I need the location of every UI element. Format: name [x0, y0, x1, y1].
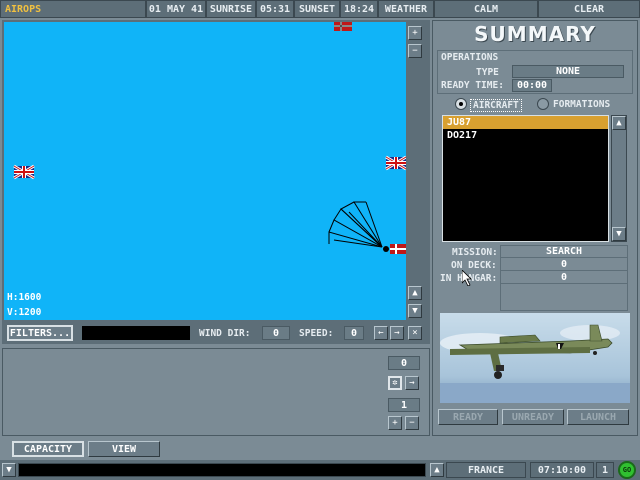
summary-title: SUMMARY [474, 22, 596, 46]
crosshair-icon: ✲ [392, 378, 398, 388]
axis-flag-top [334, 22, 352, 31]
aircraft-option-label[interactable]: AIRCRAFT [470, 99, 522, 112]
sea-map[interactable]: H:1600 V:1200 [4, 22, 406, 320]
message-scroll-button[interactable]: ▼ [2, 463, 16, 477]
in-hangar-value: 0 [501, 272, 627, 284]
view-button[interactable]: VIEW [88, 441, 160, 457]
chevron-up-icon: ▲ [434, 465, 440, 475]
speed-value[interactable]: 0 [344, 326, 364, 340]
game-clock: 07:10:00 [530, 462, 594, 478]
unready-button[interactable]: UNREADY [502, 409, 564, 425]
close-icon: × [412, 328, 418, 338]
on-deck-label: ON DECK: [451, 260, 497, 271]
date-display: 01 MAY 41 [146, 0, 206, 18]
top-bar: AIROPS 01 MAY 41 SUNRISE 05:31 SUNSET 18… [0, 0, 640, 18]
filters-button[interactable]: FILTERS... [7, 325, 73, 341]
counter-top: 0 [388, 356, 420, 370]
next-button[interactable]: → [405, 376, 419, 390]
aircraft-list[interactable]: JU87 DO217 [442, 115, 609, 242]
sunset-time: 18:24 [340, 0, 378, 18]
map-overlay: H:1600 V:1200 [7, 22, 406, 318]
go-label: GO [622, 466, 632, 474]
v-readout: V:1200 [7, 307, 42, 318]
region-toggle-button[interactable]: ▲ [430, 463, 444, 477]
carrier-marker [383, 246, 389, 252]
region-display: FRANCE [446, 462, 526, 478]
list-scrollbar[interactable] [611, 115, 627, 242]
sunrise-time: 05:31 [256, 0, 294, 18]
arrow-right-icon: → [409, 378, 415, 388]
increment-button[interactable]: + [388, 416, 402, 430]
pan-right-button[interactable]: → [390, 326, 404, 340]
close-map-button[interactable]: × [408, 326, 422, 340]
wind-dir-value[interactable]: 0 [262, 326, 290, 340]
sunset-label: SUNSET [294, 0, 340, 18]
zoom-out-button[interactable]: − [408, 44, 422, 58]
counter-bottom: 1 [388, 398, 420, 412]
arrow-left-icon: ← [378, 328, 384, 338]
weather-label: WEATHER [378, 0, 434, 18]
list-item[interactable]: DO217 [443, 129, 608, 142]
on-deck-value: 0 [501, 259, 627, 271]
stuka-illustration [440, 313, 630, 403]
speed-label: SPEED: [299, 328, 334, 339]
sunrise-label: SUNRISE [206, 0, 256, 18]
formations-radio[interactable] [537, 98, 549, 110]
pan-left-button[interactable]: ← [374, 326, 388, 340]
lower-left-panel [2, 348, 430, 436]
scroll-down-button[interactable]: ▼ [408, 304, 422, 318]
formations-option-label[interactable]: FORMATIONS [553, 99, 610, 110]
type-label: TYPE [476, 67, 499, 78]
axis-flag-carrier [390, 244, 406, 254]
chevron-down-icon: ▼ [412, 306, 418, 316]
ready-time-label: READY TIME: [441, 80, 504, 91]
zoom-in-button[interactable]: + [408, 26, 422, 40]
aircraft-radio[interactable] [455, 98, 467, 110]
ready-time-value[interactable]: 00:00 [512, 79, 552, 92]
chevron-down-icon: ▼ [616, 229, 622, 239]
list-item[interactable]: JU87 [443, 116, 608, 129]
go-button[interactable]: GO [618, 461, 636, 479]
weather-value[interactable]: CALM [434, 0, 538, 18]
decrement-button[interactable]: − [405, 416, 419, 430]
list-scroll-down[interactable]: ▼ [612, 227, 626, 241]
arrow-right-icon: → [394, 328, 400, 338]
allied-flag-left [13, 164, 35, 180]
type-value[interactable]: NONE [512, 65, 624, 78]
ready-button[interactable]: READY [438, 409, 498, 425]
mouse-cursor-icon [461, 269, 472, 289]
operations-label: OPERATIONS [441, 52, 499, 63]
time-compression[interactable]: 1 [596, 462, 614, 478]
wind-dir-label: WIND DIR: [199, 328, 251, 339]
allied-flag-right [385, 155, 406, 171]
clear-button[interactable]: CLEAR [538, 0, 640, 18]
chevron-up-icon: ▲ [616, 118, 622, 128]
capacity-button[interactable]: CAPACITY [12, 441, 84, 457]
launch-button[interactable]: LAUNCH [567, 409, 629, 425]
filter-display [82, 326, 190, 340]
app-label: AIROPS [0, 0, 146, 18]
target-button[interactable]: ✲ [388, 376, 402, 390]
list-scroll-up[interactable]: ▲ [612, 116, 626, 130]
scroll-up-button[interactable]: ▲ [408, 286, 422, 300]
radio-dot-icon [459, 102, 463, 106]
search-arc-lines [328, 201, 383, 248]
aircraft-image [440, 313, 630, 403]
message-display [18, 463, 426, 477]
mission-value[interactable]: SEARCH [501, 246, 627, 258]
chevron-down-icon: ▼ [6, 465, 12, 475]
h-readout: H:1600 [7, 292, 42, 303]
chevron-up-icon: ▲ [412, 288, 418, 298]
mission-label: MISSION: [452, 247, 498, 258]
